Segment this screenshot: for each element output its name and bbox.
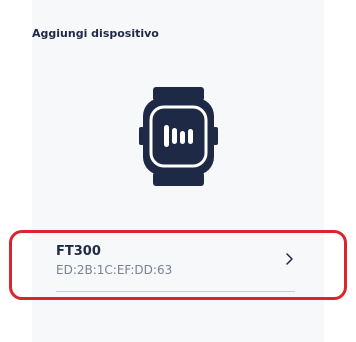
chevron-right-icon[interactable]	[283, 251, 297, 267]
device-mac-address: ED:2B:1C:EF:DD:63	[56, 263, 173, 277]
device-name: FT300	[56, 244, 101, 259]
smartwatch-icon	[139, 87, 218, 186]
divider	[56, 291, 295, 292]
page-title: Aggiungi dispositivo	[32, 27, 159, 40]
